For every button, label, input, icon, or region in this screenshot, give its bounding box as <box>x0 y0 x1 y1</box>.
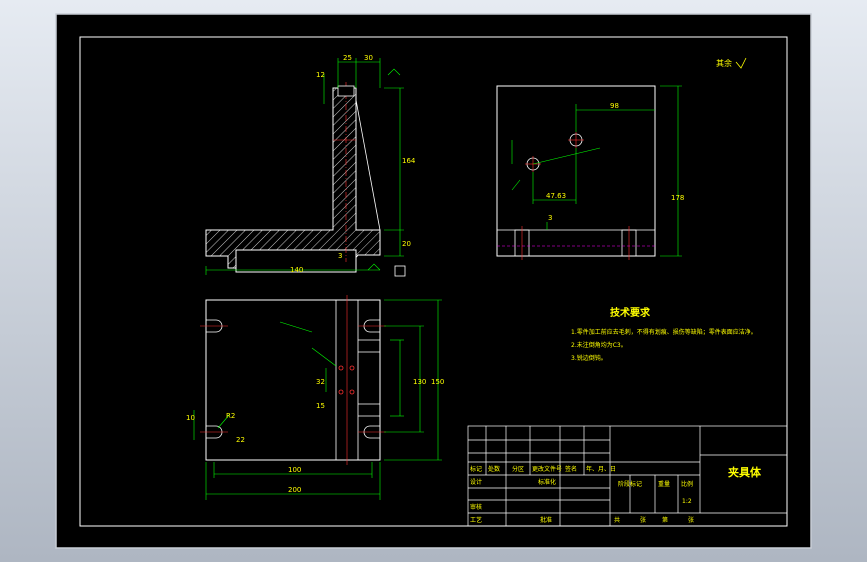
dim-22: 22 <box>236 436 245 444</box>
dim-30: 30 <box>364 54 373 62</box>
tb-weight: 重量 <box>658 480 670 488</box>
tb-label-zone: 分区 <box>512 465 524 473</box>
tb-stage-mark: 阶段标记 <box>618 480 642 488</box>
dim-130: 130 <box>413 378 426 386</box>
dim-140: 140 <box>290 266 303 274</box>
dim-20: 20 <box>402 240 411 248</box>
tb-label-count: 处数 <box>488 465 500 473</box>
drawing-canvas[interactable]: 25 30 12 164 20 140 3 其余 98 178 47.63 3 … <box>0 0 867 562</box>
dim-164: 164 <box>402 157 416 165</box>
part-name: 夹具体 <box>728 465 762 479</box>
dim-100: 100 <box>288 466 301 474</box>
tech-req-item-2: 2.未注倒角均为C3。 <box>571 341 627 349</box>
tb-process: 工艺 <box>470 516 482 524</box>
dim-178: 178 <box>671 194 684 202</box>
dim-98: 98 <box>610 102 619 110</box>
tb-label-sign: 签名 <box>565 465 577 473</box>
tb-label-mark: 标记 <box>470 465 482 473</box>
dim-47-63: 47.63 <box>546 192 566 200</box>
dim-3: 3 <box>338 252 342 260</box>
dim-10: 10 <box>186 414 195 422</box>
roughness-note: 其余 <box>716 58 732 68</box>
tb-standardization: 标准化 <box>538 478 556 486</box>
tb-designer: 设计 <box>470 478 482 486</box>
tech-req-item-3: 3.锐边倒钝。 <box>571 354 607 362</box>
tb-scale-value: 1:2 <box>682 498 692 505</box>
dim-15: 15 <box>316 402 325 410</box>
drawing-sheet <box>55 13 812 549</box>
tech-req-item-1: 1.零件加工前应去毛刺，不得有划痕、损伤等缺陷；零件表面应洁净。 <box>571 328 757 336</box>
dim-32: 32 <box>316 378 325 386</box>
tb-sheet-label: 张 <box>640 516 646 524</box>
dim-12: 12 <box>316 71 325 79</box>
dim-side-3: 3 <box>548 214 552 222</box>
dim-25: 25 <box>343 54 352 62</box>
tb-scale: 比例 <box>681 480 693 488</box>
dim-200: 200 <box>288 486 301 494</box>
tb-sheet-label2: 张 <box>688 516 694 524</box>
tb-sheet-no: 第 <box>662 516 668 524</box>
tb-checker: 审核 <box>470 503 482 511</box>
tb-sheet-total: 共 <box>614 516 620 524</box>
tech-req-title: 技术要求 <box>610 306 651 319</box>
dim-r2: R2 <box>226 412 235 420</box>
tb-label-date: 年、月、日 <box>586 465 616 473</box>
dim-150: 150 <box>431 378 444 386</box>
tb-label-file: 更改文件号 <box>532 465 562 473</box>
tb-approve: 批准 <box>540 516 552 524</box>
cad-window: 25 30 12 164 20 140 3 其余 98 178 47.63 3 … <box>0 0 867 562</box>
